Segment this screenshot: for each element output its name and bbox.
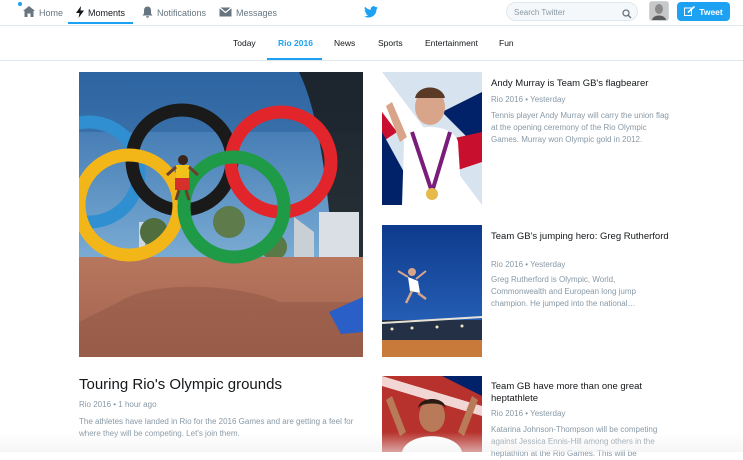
card-meta: Rio 2016 • Yesterday [491,260,566,269]
twitter-bird-icon[interactable] [364,5,378,23]
card-description: Tennis player Andy Murray will carry the… [491,111,669,144]
tweet-button[interactable]: Tweet [677,2,730,21]
home-icon [23,6,35,19]
search-icon[interactable] [622,6,632,24]
bell-icon [142,6,153,20]
tab-rio-2016-label: Rio 2016 [278,37,313,48]
card-title[interactable]: Andy Murray is Team GB's flagbearer [491,78,671,90]
tab-today[interactable]: Today [233,25,256,60]
top-navigation-bar: Home Moments Notifications Messages Sear… [0,0,743,26]
tab-entertainment[interactable]: Entertainment [425,25,478,60]
card-image-greg-rutherford[interactable] [382,225,482,357]
card-meta: Rio 2016 • Yesterday [491,409,566,418]
nav-messages-label: Messages [236,7,278,18]
nav-messages[interactable]: Messages [219,0,277,25]
tab-news[interactable]: News [334,25,355,60]
nav-home-label: Home [39,7,64,18]
nav-notifications[interactable]: Notifications [142,0,206,25]
hero-image[interactable] [79,72,363,357]
hero-title[interactable]: Touring Rio's Olympic grounds [79,376,282,393]
tab-sports[interactable]: Sports [378,25,403,60]
avatar[interactable] [649,1,669,21]
tab-today-label: Today [233,37,256,48]
tab-active-underline [267,58,322,60]
tab-fun[interactable]: Fun [499,25,514,60]
envelope-icon [219,6,232,19]
tab-entertainment-label: Entertainment [425,37,478,48]
search-box[interactable] [506,2,638,21]
card-image-andy-murray[interactable] [382,72,482,205]
tab-fun-label: Fun [499,37,514,48]
nav-moments-label: Moments [88,7,126,18]
tab-rio-2016[interactable]: Rio 2016 [278,25,313,60]
tweet-button-label: Tweet [699,6,723,17]
moments-tabs: Today Rio 2016 News Sports Entertainment… [0,25,743,61]
search-input[interactable] [514,6,619,18]
card-description: Greg Rutherford is Olympic, World, Commo… [491,275,636,308]
hero-meta: Rio 2016 • 1 hour ago [79,400,157,409]
card-title[interactable]: Team GB have more than one great heptath… [491,381,671,405]
nav-notifications-label: Notifications [157,7,207,18]
card-title[interactable]: Team GB's jumping hero: Greg Rutherford [491,231,671,243]
tab-news-label: News [334,37,356,48]
lightning-icon [76,5,84,20]
tab-sports-label: Sports [378,37,403,48]
bottom-fade [0,432,743,452]
nav-home[interactable]: Home [23,0,63,25]
card-meta: Rio 2016 • Yesterday [491,95,566,104]
nav-active-underline [68,22,133,24]
quill-icon [684,5,696,18]
hero-description-line: The athletes have landed in Rio for the … [79,417,354,426]
notification-dot [18,2,22,6]
